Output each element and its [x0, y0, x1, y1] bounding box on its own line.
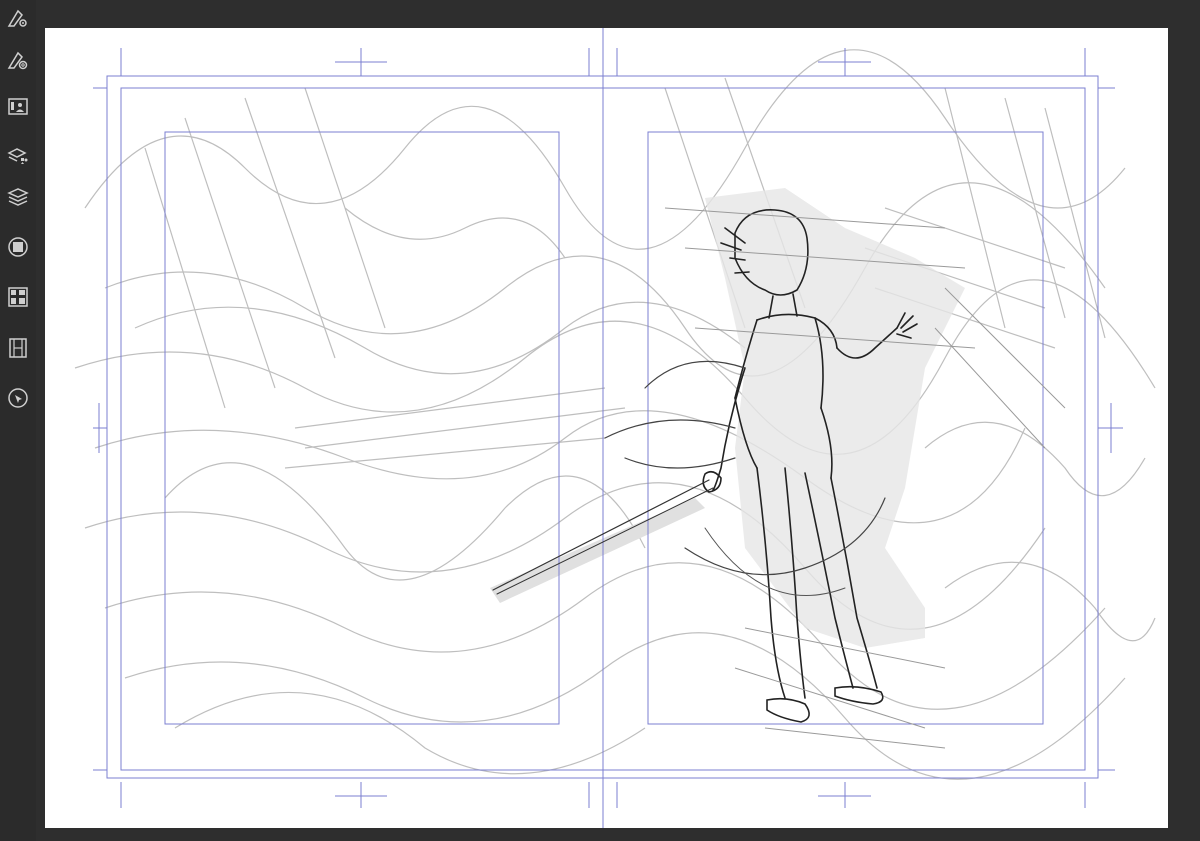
navigator-icon[interactable] [4, 384, 32, 412]
pen-target-icon[interactable] [4, 46, 32, 74]
canvas-margin-right [1168, 28, 1200, 828]
left-toolbar [0, 0, 36, 841]
spread-canvas[interactable] [45, 28, 1168, 828]
color-circle-icon[interactable] [4, 233, 32, 261]
page-grid-icon[interactable] [4, 283, 32, 311]
sword-blade-fill [490, 498, 705, 603]
folder-person-icon[interactable] [4, 92, 32, 120]
page-guides [93, 28, 1123, 828]
layers-icon[interactable] [4, 183, 32, 211]
rough-sketch-strokes [74, 49, 1156, 780]
film-strip-icon[interactable] [4, 334, 32, 362]
drawing-canvas[interactable] [45, 28, 1168, 828]
pen-gear-icon[interactable] [4, 4, 32, 32]
figure-shadow-fill [705, 188, 965, 648]
layer-shapes-icon[interactable] [4, 142, 32, 170]
